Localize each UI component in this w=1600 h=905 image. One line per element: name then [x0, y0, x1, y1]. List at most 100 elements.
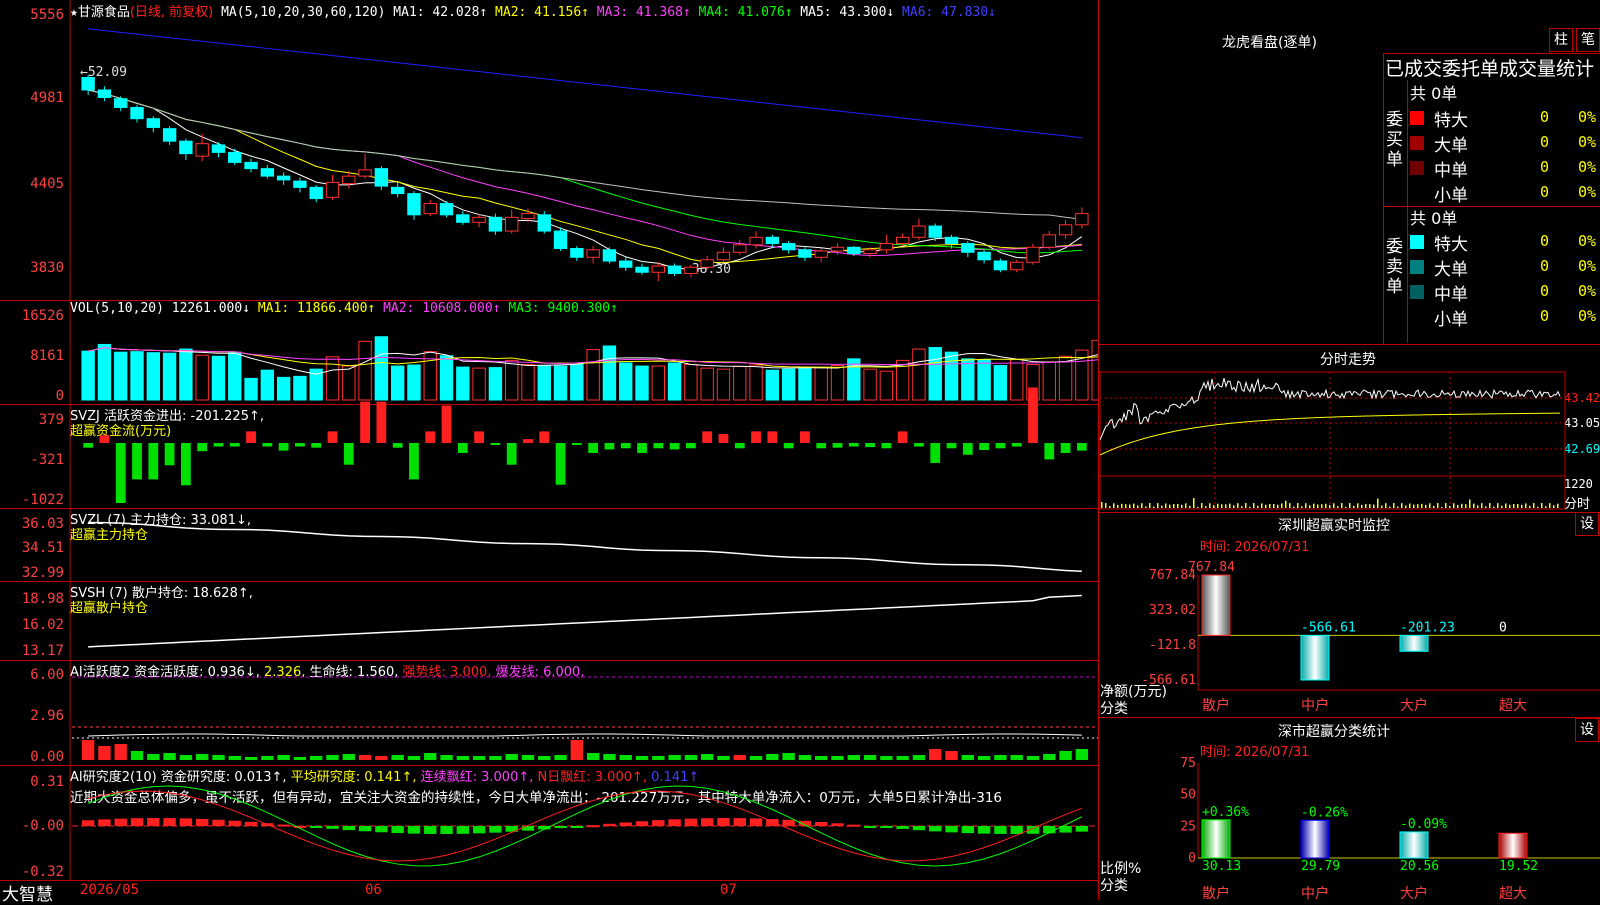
volume-bar [864, 369, 876, 400]
sz-settings-button[interactable]: 设 [1575, 512, 1599, 536]
svzj-bar [702, 431, 712, 443]
svzj-bar [295, 443, 305, 447]
sz-title: 深圳超赢实时监控 [1278, 515, 1390, 535]
candle [326, 182, 338, 197]
cls-settings-button[interactable]: 设 [1575, 718, 1599, 742]
volume-bar [212, 356, 224, 400]
svzj-bar [458, 443, 468, 453]
volume-bar [571, 365, 583, 400]
volume-bar [603, 346, 615, 400]
activity-bar [424, 753, 436, 760]
volume-bar [1011, 359, 1023, 400]
activity-bar [163, 753, 175, 760]
volume-bar [506, 360, 518, 400]
candle [815, 251, 827, 257]
row-value: 0 [1540, 108, 1549, 126]
research-bar [115, 819, 127, 826]
activity-bar [929, 749, 941, 760]
svzj-bar [816, 443, 826, 448]
volume-bar [929, 348, 941, 400]
order-row: 中单 0 0% [1410, 280, 1600, 304]
activity-bar [310, 756, 322, 760]
svzj-bar [947, 443, 957, 448]
activity-bar [782, 753, 794, 760]
research-bar [98, 819, 110, 826]
activity-bar [196, 754, 208, 760]
row-value: 0 [1540, 183, 1549, 201]
research-bar [896, 826, 908, 829]
volume-bar [913, 349, 925, 400]
svzj-bar [833, 443, 843, 448]
candle [538, 215, 550, 231]
svzj-bar [116, 443, 126, 503]
activity-bar [147, 754, 159, 760]
svzj-bar [409, 443, 419, 479]
svzj-bar [442, 406, 452, 443]
bar-mode-button[interactable]: 柱 [1549, 28, 1573, 52]
activity-bar [896, 756, 908, 760]
research-bar [457, 826, 469, 834]
candle [620, 261, 632, 267]
candle [147, 119, 159, 128]
research-bar [180, 818, 192, 826]
svzj-bar [393, 443, 403, 448]
activity-bar [326, 755, 338, 760]
research-bar [131, 818, 143, 826]
svzj-bar [376, 402, 386, 443]
volume-bar [229, 352, 241, 400]
research-bar [147, 818, 159, 826]
research-bar [343, 826, 355, 830]
research-bar [375, 826, 387, 832]
activity-bar [668, 755, 680, 760]
research-bar [668, 819, 680, 826]
activity-bar [880, 756, 892, 760]
volume-bar [994, 366, 1006, 400]
swatch-icon [1410, 161, 1424, 175]
cls-xlabel: 分类 [1100, 875, 1128, 895]
candle [440, 204, 452, 215]
svzj-bar [539, 431, 549, 443]
activity-bar [359, 755, 371, 760]
volume-bar [880, 371, 892, 400]
activity-bar [261, 756, 273, 760]
volume-bar [147, 353, 159, 400]
research-bar [424, 826, 436, 834]
svzj-bar [425, 431, 435, 443]
volume-bar [359, 341, 371, 400]
svzj-bar [556, 443, 566, 485]
svzj-bar [653, 443, 663, 448]
activity-bar [571, 740, 583, 760]
candle [310, 187, 322, 198]
svzj-bar [881, 443, 891, 448]
cls-time: 时间: 2026/07/31 [1200, 741, 1309, 760]
cls-box [1099, 717, 1600, 901]
activity-bar [636, 756, 648, 760]
research-bar [978, 826, 990, 834]
tick-mode-button[interactable]: 笔 [1576, 28, 1600, 52]
intraday-box[interactable] [1099, 344, 1600, 513]
activity-bar [799, 755, 811, 760]
volume-bar [717, 369, 729, 400]
volume-bar [375, 337, 387, 400]
svzj-bar [996, 443, 1006, 448]
candle [734, 245, 746, 252]
research-bar [522, 826, 534, 831]
row-percent: 0% [1578, 158, 1596, 176]
row-percent: 0% [1578, 133, 1596, 151]
research-bar [1076, 826, 1088, 832]
candle [115, 99, 127, 108]
volume-bar [1092, 340, 1098, 400]
swatch-icon [1410, 235, 1424, 249]
activity-bar [701, 754, 713, 760]
research-bar [554, 826, 566, 828]
volume-bar [326, 357, 338, 400]
volume-bar [668, 363, 680, 400]
svzj-bar [637, 443, 647, 453]
research-bar [848, 825, 860, 827]
intraday-ytick: 42.69 [1564, 442, 1600, 456]
volume-bar [82, 351, 94, 400]
row-percent: 0% [1578, 307, 1596, 325]
candle [799, 250, 811, 257]
research-bar [212, 820, 224, 826]
volume-bar [522, 365, 534, 400]
